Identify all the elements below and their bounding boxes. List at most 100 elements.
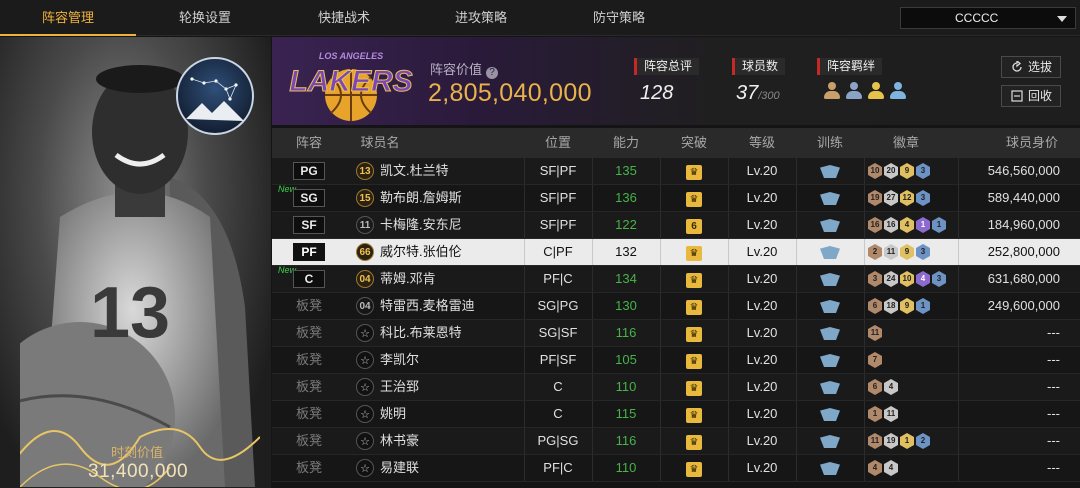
player-level: Lv.20 — [746, 352, 778, 367]
tab-defense-strategy[interactable]: 防守策略 — [551, 0, 687, 36]
crown-icon: ♛ — [686, 408, 702, 423]
bond-icons[interactable] — [823, 82, 907, 100]
training-icon[interactable] — [820, 300, 840, 313]
badge-list[interactable]: 3 24 10 4 3 — [868, 271, 946, 287]
badge-list[interactable]: 11 19 1 2 — [868, 433, 930, 449]
bonds-stat: 阵容羁绊 — [817, 57, 907, 100]
tab-quick-tactics[interactable]: 快捷战术 — [276, 0, 412, 36]
player-moment-card[interactable]: 13 时刻价值 31,400,000 — [0, 37, 271, 488]
table-row[interactable]: PG 13 凯文.杜兰特 SF|PF 135 ♛ Lv.20 10 20 9 3 54… — [272, 158, 1080, 185]
badge-list[interactable]: 64 — [868, 379, 898, 395]
player-position: C|PF — [543, 244, 573, 259]
recycle-button-label: 回收 — [1028, 89, 1053, 103]
table-row[interactable]: 板凳 ☆ 王治郅 C 110 ♛ Lv.20 64 --- — [272, 374, 1080, 401]
badge-icon: 3 — [916, 244, 930, 260]
table-row[interactable]: New C 04 蒂姆.邓肯 PF|C 134 ♛ Lv.20 3 24 10 4 3 … — [272, 265, 1080, 293]
top-tab-bar: 阵容管理 轮换设置 快捷战术 进攻策略 防守策略 CCCCC — [0, 0, 1080, 36]
training-icon[interactable] — [820, 381, 840, 394]
training-icon[interactable] — [820, 408, 840, 421]
column-divider — [864, 320, 865, 346]
lineup-select-dropdown[interactable]: CCCCC — [900, 7, 1076, 29]
table-row[interactable]: 板凳 ☆ 易建联 PF|C 110 ♛ Lv.20 44 --- — [272, 455, 1080, 482]
player-value: 589,440,000 — [987, 190, 1060, 205]
badge-list[interactable]: 2 11 9 3 — [868, 244, 930, 260]
badge-icon: 9 — [900, 163, 914, 179]
training-icon[interactable] — [820, 327, 840, 340]
training-icon[interactable] — [820, 462, 840, 475]
training-icon[interactable] — [820, 354, 840, 367]
badge-list[interactable]: 1 11 — [868, 406, 898, 422]
table-row[interactable]: 板凳 ☆ 姚明 C 115 ♛ Lv.20 1 11 --- — [272, 401, 1080, 428]
table-row[interactable]: 板凳 ☆ 科比.布莱恩特 SG|SF 116 ♛ Lv.20 11 --- — [272, 320, 1080, 347]
table-row[interactable]: PF 66 威尔特.张伯伦 C|PF 132 ♛ Lv.20 2 11 9 3 252… — [272, 239, 1080, 266]
badge-list[interactable]: 16 16 4 1 1 — [868, 217, 946, 233]
badge-icon: 10 — [900, 271, 914, 287]
badge-icon: 4 — [884, 460, 898, 476]
bond-icon[interactable] — [867, 82, 885, 100]
badge-list[interactable]: 6 18 9 1 — [868, 298, 930, 314]
crown-icon: ♛ — [686, 462, 702, 477]
training-icon[interactable] — [820, 435, 840, 448]
column-divider — [958, 320, 959, 346]
refresh-icon — [1012, 61, 1022, 72]
badge-icon: 1 — [916, 298, 930, 314]
training-icon[interactable] — [820, 246, 840, 259]
player-name: 勒布朗.詹姆斯 — [380, 190, 462, 205]
lineup-value-label: 阵容价值 — [430, 62, 483, 77]
table-header: 阵容 球员名 位置 能力 突破 等级 训练 徽章 球员身价 — [272, 128, 1080, 158]
badge-list[interactable]: 44 — [868, 460, 898, 476]
player-ability: 116 — [615, 433, 637, 448]
player-value: 184,960,000 — [987, 217, 1060, 232]
badge-list[interactable]: 19 27 12 3 — [868, 190, 930, 206]
bond-icon[interactable] — [823, 82, 841, 100]
player-level: Lv.20 — [746, 163, 778, 178]
column-divider — [864, 401, 865, 427]
table-row[interactable]: New SG 15 勒布朗.詹姆斯 SF|PF 136 ♛ Lv.20 19 27… — [272, 184, 1080, 212]
bond-icon[interactable] — [845, 82, 863, 100]
draft-button[interactable]: 选拔 — [1001, 56, 1061, 78]
player-position: SG|PG — [537, 298, 579, 313]
badge-list[interactable]: 7 — [868, 352, 882, 368]
bond-icon[interactable] — [889, 82, 907, 100]
badge-list[interactable]: 10 20 9 3 — [868, 163, 930, 179]
tab-offense-strategy[interactable]: 进攻策略 — [413, 0, 549, 36]
column-divider — [958, 212, 959, 238]
lineup-slot: SG — [293, 189, 325, 207]
player-position: PF|SF — [539, 352, 577, 367]
badge-icon: 4 — [900, 217, 914, 233]
help-icon[interactable]: ? — [486, 67, 499, 79]
jersey-number-icon: 13 — [356, 162, 374, 180]
player-level: Lv.20 — [746, 190, 778, 205]
col-player-value: 球员身价 — [1005, 135, 1058, 150]
recycle-button[interactable]: 回收 — [1001, 85, 1061, 107]
lineup-value-label-wrap: 阵容价值? — [430, 59, 499, 79]
table-row[interactable]: SF 11 卡梅隆.安东尼 SF|PF 122 6 Lv.20 16 16 4 1 1 … — [272, 212, 1080, 239]
table-row[interactable]: 板凳 04 特雷西.麦格雷迪 SG|PG 130 ♛ Lv.20 6 18 9 1 2… — [272, 293, 1080, 320]
crown-icon: ♛ — [686, 327, 702, 342]
training-icon[interactable] — [820, 273, 840, 286]
table-row[interactable]: 板凳 ☆ 林书豪 PG|SG 116 ♛ Lv.20 11 19 1 2 --- — [272, 428, 1080, 455]
badge-icon: 19 — [884, 433, 898, 449]
tab-rotation-settings[interactable]: 轮换设置 — [137, 0, 273, 36]
player-position: SF|PF — [539, 217, 577, 232]
lineup-slot: 板凳 — [295, 406, 322, 421]
training-icon[interactable] — [820, 192, 840, 205]
player-value: --- — [1047, 325, 1060, 340]
player-position: SF|PF — [539, 190, 577, 205]
badge-icon: 1 — [900, 433, 914, 449]
tab-lineup-management[interactable]: 阵容管理 — [0, 0, 136, 36]
badge-icon: 3 — [916, 163, 930, 179]
recycle-icon — [1011, 90, 1023, 102]
lineup-value: 2,805,040,000 — [428, 79, 592, 107]
badge-list[interactable]: 11 — [868, 325, 882, 341]
column-divider — [958, 428, 959, 454]
jersey-number-icon: ☆ — [356, 324, 374, 342]
column-divider — [864, 158, 865, 184]
column-divider — [958, 239, 959, 265]
chevron-down-icon — [1057, 16, 1067, 22]
training-icon[interactable] — [820, 219, 840, 232]
breakthrough-badge: 6 — [686, 219, 702, 234]
training-icon[interactable] — [820, 165, 840, 178]
table-row[interactable]: 板凳 ☆ 李凯尔 PF|SF 105 ♛ Lv.20 7 --- — [272, 347, 1080, 374]
col-training: 训练 — [816, 135, 843, 150]
